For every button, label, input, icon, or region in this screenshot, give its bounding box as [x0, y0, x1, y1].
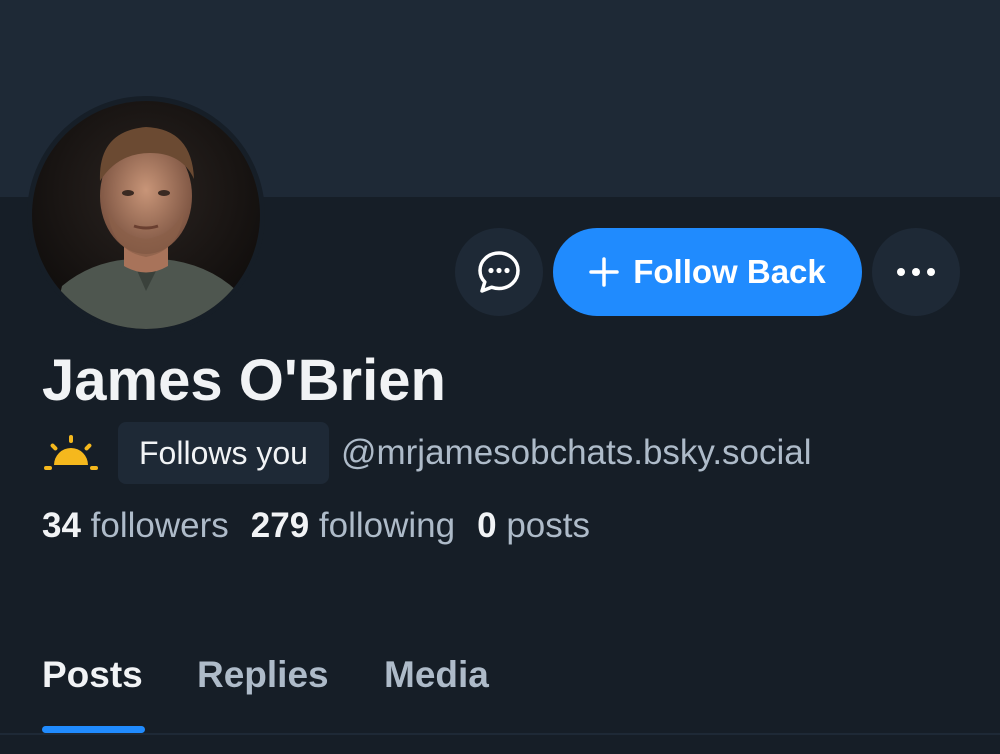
profile-tabs: Posts Replies Media [0, 640, 1000, 734]
tab-replies[interactable]: Replies [197, 654, 329, 696]
message-button[interactable] [455, 228, 543, 316]
display-name: James O'Brien [42, 348, 446, 413]
more-options-button[interactable] [872, 228, 960, 316]
followers-stat[interactable]: 34 followers [42, 506, 229, 546]
more-options-icon [897, 268, 935, 276]
tab-posts[interactable]: Posts [42, 654, 143, 696]
plus-icon [589, 257, 619, 287]
follow-back-button[interactable]: Follow Back [553, 228, 862, 316]
profile-handle: @mrjamesobchats.bsky.social [340, 433, 812, 472]
profile-stats: 34 followers 279 following 0 posts [42, 506, 590, 546]
followers-label: followers [90, 506, 229, 545]
following-count: 279 [250, 506, 310, 545]
posts-stat: 0 posts [477, 506, 590, 546]
sunrise-icon [44, 435, 98, 470]
posts-label: posts [506, 506, 590, 545]
profile-page: Follow Back James O'Brien Follows you @m… [0, 0, 1000, 754]
followers-count: 34 [42, 506, 81, 545]
follow-back-label: Follow Back [633, 253, 826, 290]
following-label: following [318, 506, 456, 545]
avatar-image [32, 101, 260, 329]
posts-count: 0 [477, 506, 497, 545]
active-tab-indicator [42, 726, 145, 733]
tab-media[interactable]: Media [384, 654, 489, 696]
following-stat[interactable]: 279 following [251, 506, 455, 546]
handle-row: Follows you @mrjamesobchats.bsky.social [42, 422, 812, 484]
chat-bubble-icon [478, 251, 520, 293]
tabs-divider [0, 733, 1000, 735]
follows-you-badge: Follows you [118, 422, 329, 484]
avatar[interactable] [27, 96, 265, 334]
